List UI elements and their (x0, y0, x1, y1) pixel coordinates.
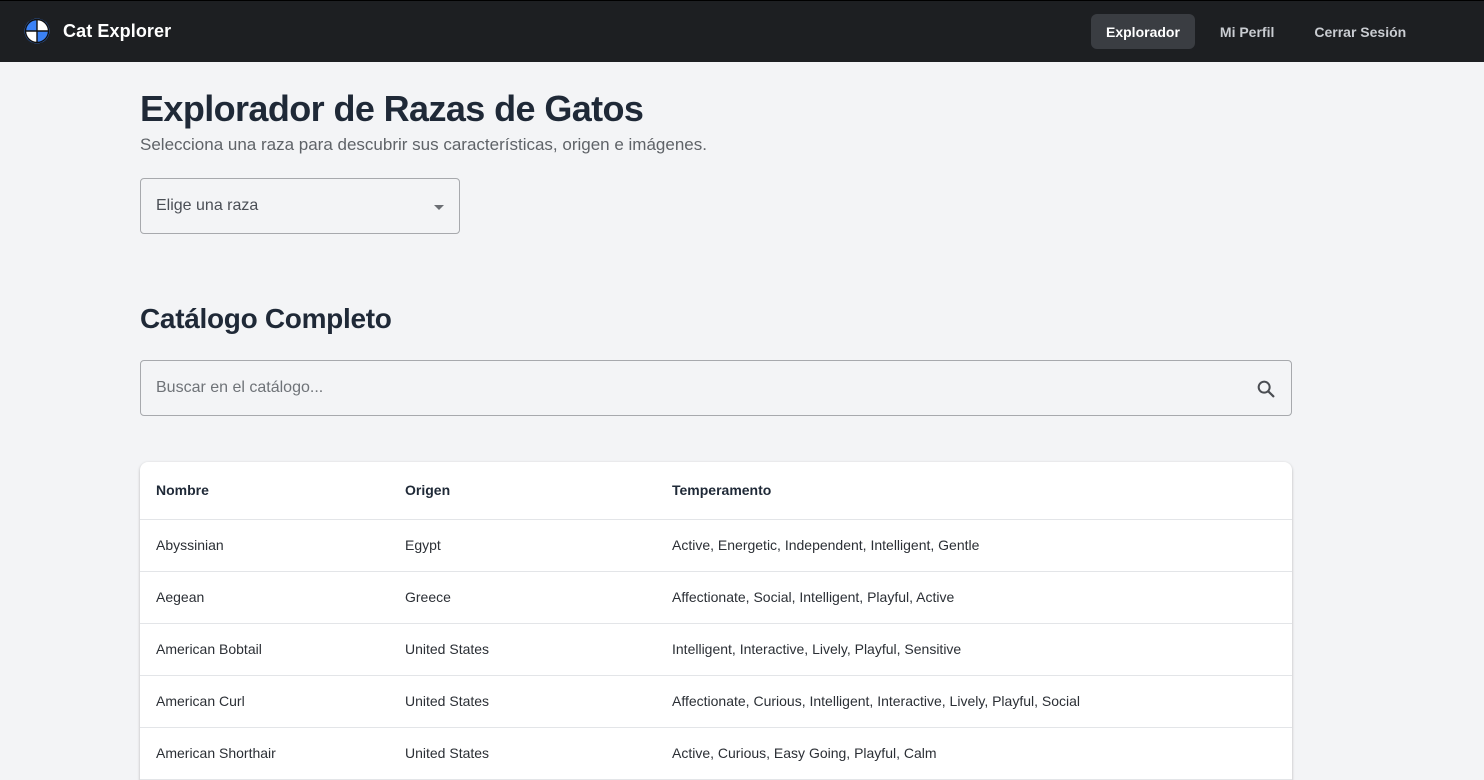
catalog-search-input[interactable] (156, 379, 1236, 397)
column-header-origen[interactable]: Origen (389, 462, 656, 520)
nav-mi-perfil[interactable]: Mi Perfil (1205, 14, 1289, 49)
catalog-title: Catálogo Completo (140, 303, 392, 334)
cell-origen: United States (389, 675, 656, 728)
cell-origen: Greece (389, 571, 656, 624)
column-header-temperamento[interactable]: Temperamento (656, 462, 1292, 520)
catalog-table: Nombre Origen Temperamento Abyssinian Eg… (140, 462, 1292, 780)
table-row[interactable]: Abyssinian Egypt Active, Energetic, Inde… (140, 519, 1292, 572)
cell-origen: United States (389, 623, 656, 676)
cell-temperamento: Active, Energetic, Independent, Intellig… (656, 519, 1292, 572)
table-header-row: Nombre Origen Temperamento (140, 462, 1292, 520)
main-nav: Explorador Mi Perfil Cerrar Sesión (1091, 14, 1421, 49)
table-row[interactable]: American Bobtail United States Intellige… (140, 623, 1292, 676)
cell-nombre: American Shorthair (140, 727, 389, 780)
search-icon[interactable] (1255, 378, 1277, 400)
catalog-search (140, 360, 1292, 416)
brand[interactable]: Cat Explorer (24, 18, 171, 44)
cell-temperamento: Affectionate, Curious, Intelligent, Inte… (656, 675, 1292, 728)
dropdown-arrow-icon (434, 205, 444, 210)
nav-cerrar-sesion[interactable]: Cerrar Sesión (1299, 14, 1421, 49)
column-header-nombre[interactable]: Nombre (140, 462, 389, 520)
page-title: Explorador de Razas de Gatos (140, 88, 644, 129)
page-subtitle: Selecciona una raza para descubrir sus c… (140, 135, 707, 154)
table-row[interactable]: American Curl United States Affectionate… (140, 675, 1292, 728)
cell-temperamento: Affectionate, Social, Intelligent, Playf… (656, 571, 1292, 624)
cat-explorer-logo-icon (24, 18, 50, 44)
breed-select-placeholder: Elige una raza (156, 197, 259, 214)
catalog-table-card: Nombre Origen Temperamento Abyssinian Eg… (140, 462, 1292, 780)
table-row[interactable]: Aegean Greece Affectionate, Social, Inte… (140, 571, 1292, 624)
cell-nombre: American Curl (140, 675, 389, 728)
cell-nombre: Abyssinian (140, 519, 389, 572)
table-row[interactable]: American Shorthair United States Active,… (140, 727, 1292, 780)
cell-temperamento: Active, Curious, Easy Going, Playful, Ca… (656, 727, 1292, 780)
cell-origen: Egypt (389, 519, 656, 572)
nav-explorador[interactable]: Explorador (1091, 14, 1195, 49)
top-navbar: Cat Explorer Explorador Mi Perfil Cerrar… (0, 0, 1484, 62)
cell-nombre: American Bobtail (140, 623, 389, 676)
cell-origen: United States (389, 727, 656, 780)
cell-nombre: Aegean (140, 571, 389, 624)
brand-name: Cat Explorer (63, 20, 172, 41)
cell-temperamento: Intelligent, Interactive, Lively, Playfu… (656, 623, 1292, 676)
breed-select[interactable]: Elige una raza (140, 178, 460, 234)
